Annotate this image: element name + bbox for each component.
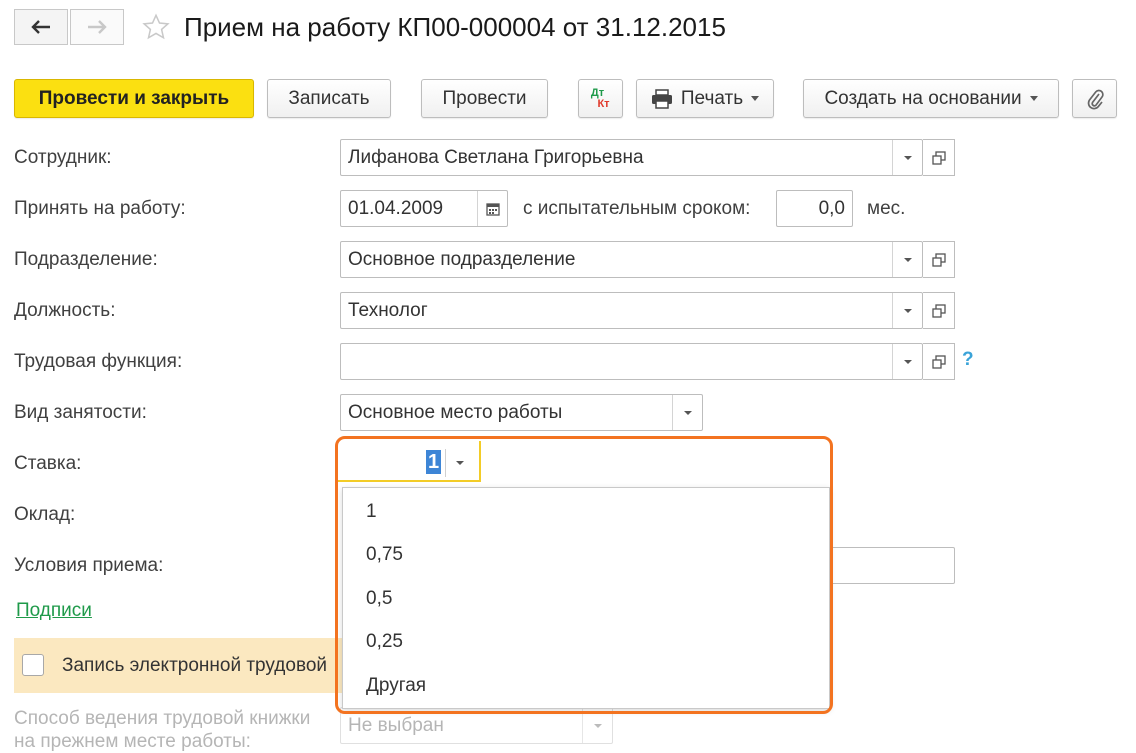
employee-value: Лифанова Светлана Григорьевна — [348, 146, 644, 168]
employment-type-dropdown-button[interactable] — [672, 395, 702, 430]
salary-label: Оклад: — [14, 504, 76, 525]
chevron-down-icon — [593, 723, 602, 728]
employee-label: Сотрудник: — [14, 147, 112, 168]
back-button[interactable] — [14, 9, 68, 45]
workbook-label-line1: Способ ведения трудовой книжки — [14, 708, 311, 729]
favorite-star-icon[interactable] — [142, 13, 170, 46]
signatures-link[interactable]: Подписи — [16, 600, 92, 622]
employee-dropdown-button[interactable] — [892, 140, 922, 175]
post-label: Провести — [442, 87, 527, 109]
open-window-icon — [931, 354, 946, 369]
print-label: Печать — [680, 87, 744, 109]
post-and-close-button[interactable]: Провести и закрыть — [14, 79, 254, 118]
employment-type-value: Основное место работы — [348, 401, 563, 423]
hire-date-value: 01.04.2009 — [348, 197, 444, 219]
save-button[interactable]: Записать — [267, 79, 391, 118]
printer-icon — [651, 88, 672, 109]
labor-function-open-button[interactable] — [923, 343, 955, 380]
save-label: Записать — [288, 87, 370, 109]
department-open-button[interactable] — [923, 241, 955, 278]
dt-icon-text: Дт — [590, 86, 605, 99]
open-window-icon — [931, 150, 946, 165]
electronic-record-checkbox[interactable] — [22, 654, 44, 676]
workbook-label-line2: на прежнем месте работы: — [14, 731, 251, 752]
department-value: Основное подразделение — [348, 248, 576, 270]
chevron-down-icon — [903, 308, 912, 313]
chevron-down-icon — [1029, 96, 1038, 101]
open-window-icon — [931, 252, 946, 267]
kt-icon-text: Кт — [597, 97, 610, 110]
create-based-on-button[interactable]: Создать на основании — [803, 79, 1059, 118]
open-window-icon — [931, 303, 946, 318]
arrow-left-icon — [31, 20, 50, 34]
forward-button[interactable] — [70, 9, 124, 45]
employment-type-label: Вид занятости: — [14, 402, 147, 423]
conditions-label: Условия приема: — [14, 555, 164, 576]
probation-value: 0,0 — [818, 197, 845, 219]
department-label: Подразделение: — [14, 249, 158, 270]
probation-field[interactable]: 0,0 — [776, 190, 853, 227]
employment-type-field[interactable]: Основное место работы — [340, 394, 703, 431]
highlight-outline — [335, 436, 833, 714]
calendar-button[interactable] — [477, 191, 507, 226]
labor-function-field[interactable] — [340, 343, 923, 380]
employee-field[interactable]: Лифанова Светлана Григорьевна — [340, 139, 923, 176]
chevron-down-icon — [683, 410, 692, 415]
position-open-button[interactable] — [923, 292, 955, 329]
post-button[interactable]: Провести — [421, 79, 548, 118]
position-dropdown-button[interactable] — [892, 293, 922, 328]
attachment-button[interactable] — [1072, 79, 1117, 118]
department-field[interactable]: Основное подразделение — [340, 241, 923, 278]
dtkt-button[interactable]: Дт Кт — [578, 79, 623, 118]
chevron-down-icon — [751, 96, 760, 101]
position-field[interactable]: Технолог — [340, 292, 923, 329]
hire-date-label: Принять на работу: — [14, 198, 186, 219]
conditions-field[interactable] — [830, 547, 955, 584]
employee-open-button[interactable] — [923, 139, 955, 176]
probation-label: с испытательным сроком: — [523, 198, 751, 219]
labor-function-label: Трудовая функция: — [14, 351, 183, 372]
department-dropdown-button[interactable] — [892, 242, 922, 277]
position-value: Технолог — [348, 299, 428, 321]
rate-label: Ставка: — [14, 453, 82, 474]
page-title: Прием на работу КП00-000004 от 31.12.201… — [184, 12, 726, 42]
arrow-right-icon — [88, 20, 107, 34]
hire-date-field[interactable]: 01.04.2009 — [340, 190, 508, 227]
chevron-down-icon — [903, 359, 912, 364]
position-label: Должность: — [14, 300, 116, 321]
chevron-down-icon — [903, 257, 912, 262]
probation-unit: мес. — [867, 198, 906, 219]
paperclip-icon — [1087, 89, 1104, 109]
create-based-on-label: Создать на основании — [824, 87, 1022, 109]
electronic-record-label: Запись электронной трудовой — [62, 655, 327, 676]
print-button[interactable]: Печать — [636, 79, 774, 118]
labor-function-dropdown-button[interactable] — [892, 344, 922, 379]
post-and-close-label: Провести и закрыть — [38, 87, 230, 109]
workbook-value: Не выбран — [348, 714, 444, 736]
help-icon[interactable]: ? — [962, 349, 974, 371]
chevron-down-icon — [903, 155, 912, 160]
calendar-icon — [485, 202, 500, 216]
